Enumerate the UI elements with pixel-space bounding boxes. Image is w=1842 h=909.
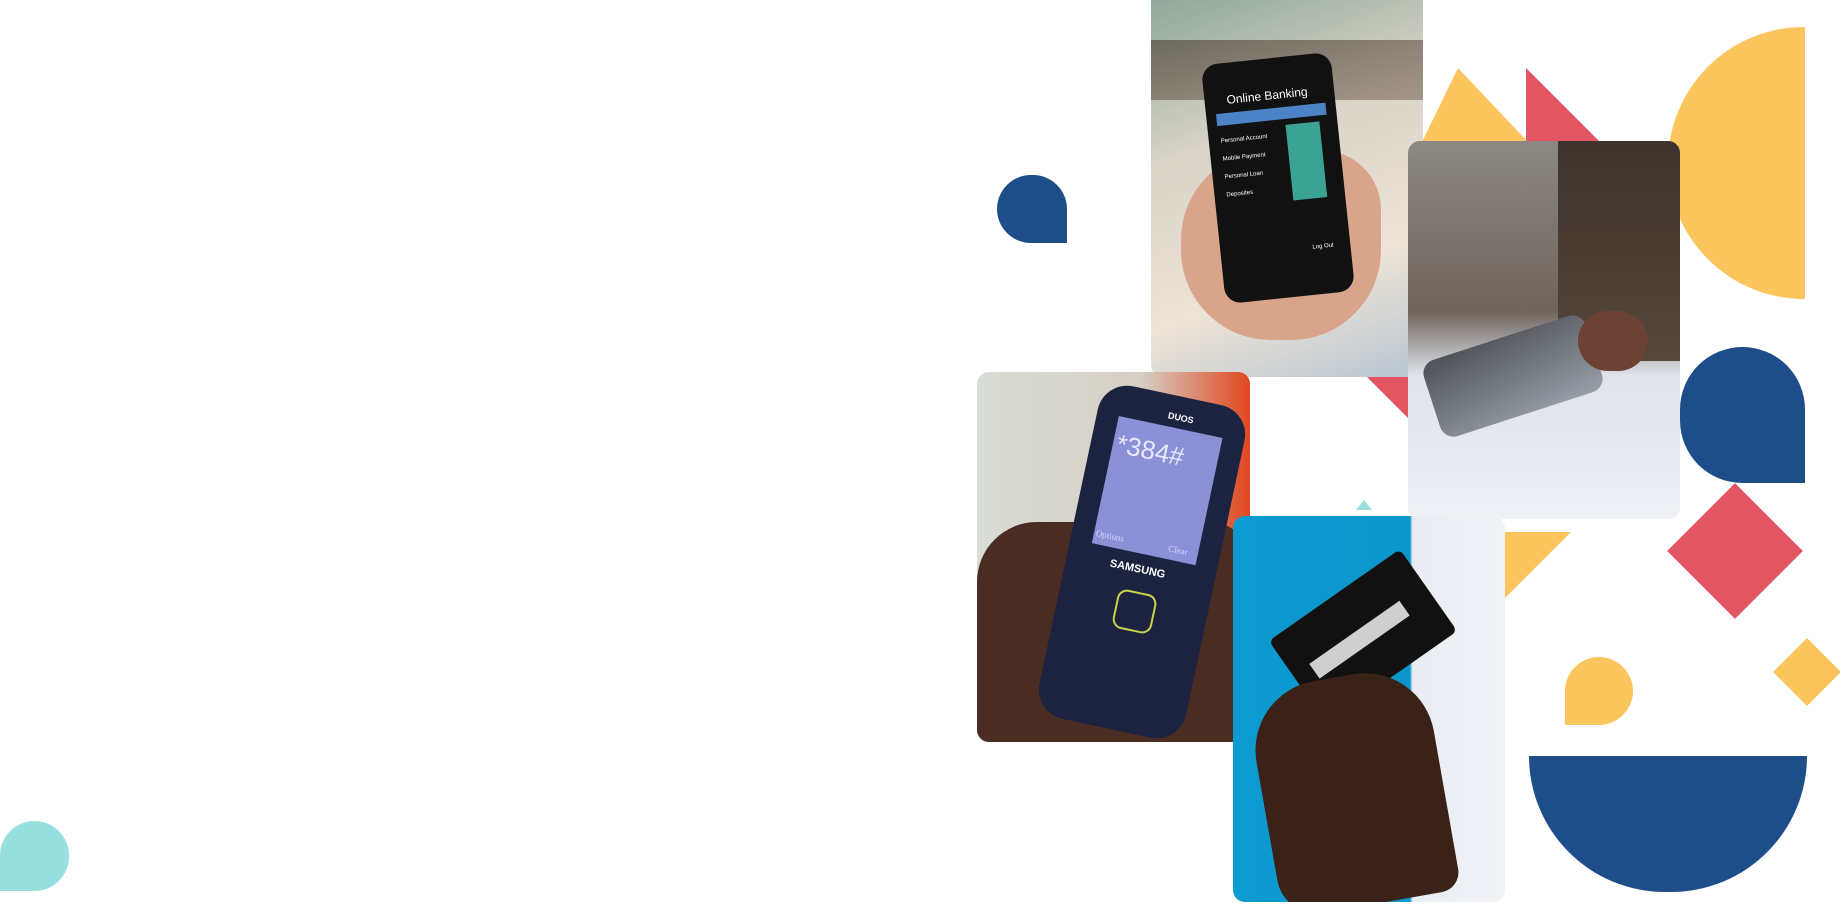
yellow-diamond-shape [1773,638,1841,706]
pos-device [1419,311,1607,441]
soft-key-left: Options [1095,527,1125,544]
pos-terminal-photo [1408,141,1680,519]
red-triangle-shape [1526,68,1600,142]
dual-label: DUOS [1167,410,1195,426]
yellow-drop-shape [1565,657,1633,725]
card-in-hand-photo [1233,516,1505,902]
brand-label: SAMSUNG [1108,557,1167,581]
menu-item: Mobile Payment [1222,152,1266,163]
menu-item: Personal Loan [1224,170,1264,181]
teal-small-triangle-shape [1356,500,1372,510]
logout-label: Log Out [1312,242,1335,251]
teal-drop-shape [0,821,69,891]
smartphone: Online Banking Personal Account Mobile P… [1200,51,1356,305]
blue-drop-large-shape [1680,347,1805,483]
phone-screen: *384# Options Clear [1091,415,1223,566]
menu-item: Personal Account [1220,133,1268,145]
hand-shape [1244,662,1462,902]
yellow-half-circle-shape [1668,27,1805,299]
yellow-corner-triangle-shape [1505,532,1571,598]
red-diamond-shape [1667,483,1803,619]
menu-item: Deposites [1226,189,1254,199]
screen-title: Online Banking [1225,84,1309,107]
online-banking-photo: Online Banking Personal Account Mobile P… [1151,0,1423,377]
blue-bowl-shape [1529,756,1807,892]
blue-drop-shape [997,175,1067,243]
feature-phone-photo: DUOS *384# Options Clear SAMSUNG [977,372,1250,742]
yellow-triangle-shape [1422,68,1528,142]
soft-key-right: Clear [1167,543,1189,558]
dialed-code: *384# [1114,428,1187,473]
red-triangle-small-shape [1360,370,1410,420]
